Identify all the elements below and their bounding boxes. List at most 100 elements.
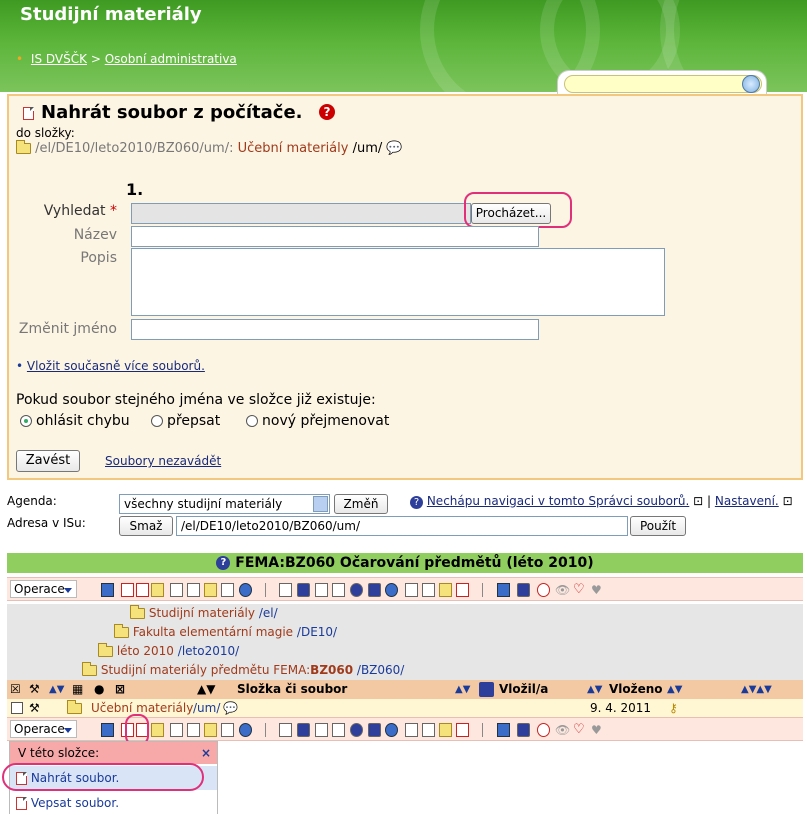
disk-icon[interactable]: ● xyxy=(94,680,104,699)
breadcrumb-is[interactable]: IS DVŠČK xyxy=(31,52,87,66)
checklist-icon[interactable] xyxy=(279,723,292,737)
settings-link[interactable]: Nastavení. xyxy=(715,494,779,508)
cancel-link[interactable]: Soubory nezavádět xyxy=(105,454,221,468)
tree-row[interactable]: Fakulta elementární magie /DE10/ xyxy=(7,623,803,642)
lock-icon[interactable] xyxy=(368,583,381,597)
tree-link[interactable]: léto 2010 xyxy=(117,644,174,658)
file-path-field[interactable] xyxy=(131,203,471,224)
edit-icon[interactable] xyxy=(315,583,328,597)
menu-item-write[interactable]: Vepsat soubor. xyxy=(10,791,217,815)
lock-icon[interactable] xyxy=(368,723,381,737)
heart-icon[interactable]: ♡ xyxy=(573,583,586,597)
radio-overwrite[interactable] xyxy=(151,415,163,427)
option-overwrite[interactable]: přepsat xyxy=(151,413,220,429)
lock-icon[interactable] xyxy=(517,723,530,737)
tree-link[interactable]: Studijní materiály xyxy=(149,606,255,620)
help-icon[interactable]: ? xyxy=(410,496,423,509)
broken-heart-icon[interactable]: ♥ xyxy=(591,723,604,737)
drop-icon[interactable] xyxy=(385,723,398,737)
rename-icon[interactable] xyxy=(221,583,234,597)
clear-button[interactable]: Smaž xyxy=(119,516,173,536)
paste-icon[interactable] xyxy=(422,723,435,737)
move-icon[interactable] xyxy=(187,723,200,737)
broken-heart-icon[interactable]: ♥ xyxy=(591,583,604,597)
question-file-icon[interactable] xyxy=(456,723,469,737)
comment-icon[interactable]: 💬 xyxy=(223,699,238,717)
use-button[interactable]: Použít xyxy=(630,516,686,536)
tree-link[interactable]: Studijní materiály předmětu FEMA:BZ060 xyxy=(101,663,353,677)
globe-icon[interactable] xyxy=(239,723,252,737)
folder-up-icon[interactable] xyxy=(204,583,217,597)
checklist-icon[interactable] xyxy=(279,583,292,597)
sort-arrows[interactable]: ▲▼▲▼ xyxy=(741,680,772,699)
change-button[interactable]: Změň xyxy=(334,494,388,514)
alarm-icon[interactable] xyxy=(537,723,550,737)
desc-field[interactable] xyxy=(131,248,665,316)
alarm-icon[interactable] xyxy=(537,583,550,597)
close-icon[interactable]: × xyxy=(201,742,211,764)
copy-icon[interactable] xyxy=(170,723,183,737)
new-folder-icon[interactable] xyxy=(151,723,164,737)
eye-icon[interactable]: 👁 xyxy=(555,723,570,737)
radio-error[interactable] xyxy=(20,415,32,427)
move-icon[interactable] xyxy=(187,583,200,597)
copy-icon[interactable] xyxy=(170,583,183,597)
name-field[interactable] xyxy=(131,226,539,247)
new-file-icon[interactable] xyxy=(136,583,149,597)
tools-icon[interactable]: ⚒ xyxy=(29,680,40,699)
settings-icon[interactable] xyxy=(350,723,363,737)
question-file-icon[interactable] xyxy=(456,583,469,597)
help-icon[interactable]: ? xyxy=(216,556,231,570)
sort-arrows[interactable]: ▲▼ xyxy=(667,680,682,699)
help-nav-link[interactable]: Nechápu navigaci v tomto Správci souborů… xyxy=(427,494,689,508)
column-file[interactable]: Složka či soubor xyxy=(237,680,347,699)
tree-row[interactable]: léto 2010 /leto2010/ xyxy=(7,642,803,661)
sort-icon[interactable]: ▲▼ xyxy=(197,680,215,699)
new-folder-icon[interactable] xyxy=(151,583,164,597)
search-icon[interactable] xyxy=(742,75,760,93)
chevron-down-icon[interactable] xyxy=(313,496,328,512)
search-input[interactable] xyxy=(564,75,762,93)
filter-icon[interactable]: ⊠ xyxy=(115,680,125,699)
column-inserted[interactable]: Vloženo xyxy=(609,680,663,699)
upload-file-icon[interactable] xyxy=(121,583,134,597)
properties-icon[interactable] xyxy=(332,723,345,737)
edit-icon[interactable] xyxy=(315,723,328,737)
tools-icon[interactable]: ⚒ xyxy=(29,699,40,717)
key-icon[interactable]: ⚷ xyxy=(669,699,678,717)
option-error[interactable]: ohlásit chybu xyxy=(20,413,130,429)
heart-icon[interactable]: ♡ xyxy=(573,723,586,737)
copy-icon[interactable] xyxy=(405,583,418,597)
sort-arrows[interactable]: ▲▼ xyxy=(587,680,602,699)
settings-icon[interactable] xyxy=(350,583,363,597)
operations-button[interactable]: Operace xyxy=(10,580,77,598)
paste-icon[interactable] xyxy=(422,583,435,597)
archive-icon[interactable] xyxy=(439,723,452,737)
user-icon[interactable] xyxy=(479,682,494,697)
address-input[interactable]: /el/DE10/leto2010/BZ060/um/ xyxy=(176,516,628,536)
select-icon[interactable] xyxy=(101,583,114,597)
drop-icon[interactable] xyxy=(385,583,398,597)
row-checkbox[interactable] xyxy=(11,702,23,714)
lock-icon[interactable] xyxy=(517,583,530,597)
properties-icon[interactable] xyxy=(332,583,345,597)
select-icon[interactable] xyxy=(497,723,510,737)
agenda-select[interactable]: všechny studijní materiály xyxy=(119,494,330,514)
grid-icon[interactable]: ▦ xyxy=(72,680,83,699)
rename-field[interactable] xyxy=(131,319,539,340)
tree-row[interactable]: Studijní materiály předmětu FEMA:BZ060 /… xyxy=(7,661,803,680)
select-icon[interactable] xyxy=(101,723,114,737)
archive-icon[interactable] xyxy=(439,583,452,597)
copy-icon[interactable] xyxy=(405,723,418,737)
rename-icon[interactable] xyxy=(221,723,234,737)
column-inserted-by[interactable]: Vložil/a xyxy=(499,680,548,699)
option-rename[interactable]: nový přejmenovat xyxy=(246,413,389,429)
folder-up-icon[interactable] xyxy=(204,723,217,737)
sort-arrows[interactable]: ▲▼ xyxy=(49,680,64,699)
eye-icon[interactable]: 👁 xyxy=(555,583,570,597)
delete-icon[interactable] xyxy=(297,723,310,737)
radio-rename[interactable] xyxy=(246,415,258,427)
submit-button[interactable]: Zavést xyxy=(16,450,80,472)
table-row[interactable]: ⚒ Učební materiály /um/ 💬 9. 4. 2011 ⚷ xyxy=(7,699,803,717)
operations-button[interactable]: Operace xyxy=(10,720,77,738)
